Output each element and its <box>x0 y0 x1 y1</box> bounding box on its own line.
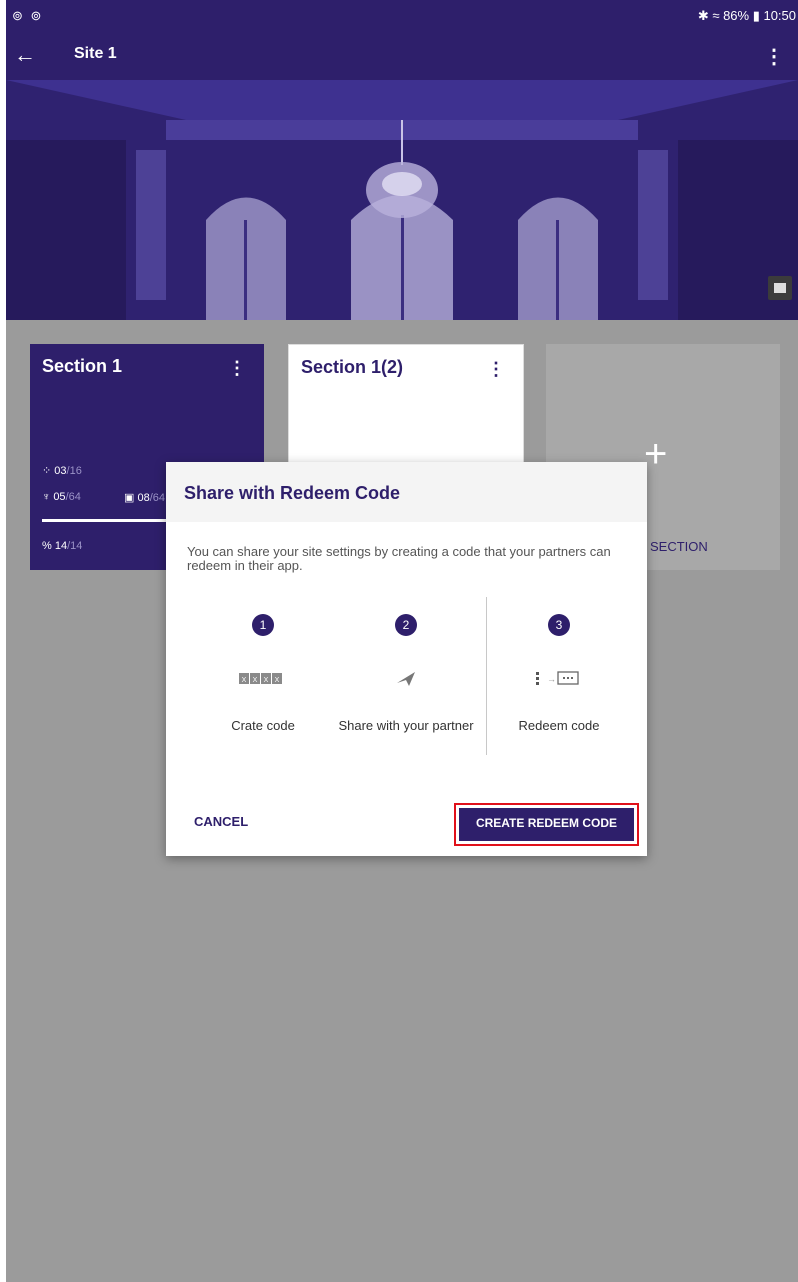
step-number: 2 <box>395 614 417 636</box>
back-arrow-icon[interactable]: ← <box>14 44 36 66</box>
svg-text:X: X <box>242 677 247 684</box>
code-boxes-icon: X X X X <box>188 669 338 687</box>
svg-text:X: X <box>275 677 280 684</box>
create-redeem-code-highlight: CREATE REDEEM CODE <box>454 803 639 846</box>
step-label: Share with your partner <box>338 718 474 733</box>
svg-text:X: X <box>253 677 258 684</box>
device-icon: ▣ <box>124 492 135 504</box>
section-menu-icon[interactable]: ⋮ <box>228 358 246 379</box>
section-title: Section 1(2) <box>301 357 404 377</box>
hall-illustration <box>6 80 798 320</box>
step-redeem-code: 3 → Redeem code <box>484 614 634 733</box>
light-icon: ♆ <box>42 491 51 503</box>
overflow-menu-icon[interactable]: ⋮ <box>764 44 784 69</box>
redeem-ticket-icon: → <box>484 669 634 687</box>
light-stat: ♆ 05/64 <box>42 491 81 503</box>
link-icon: % <box>42 540 52 552</box>
site-hero-image <box>6 80 798 320</box>
sensor-stat: ⁘ 03/16 <box>42 465 82 477</box>
app-bar: ← Site 1 ⋮ <box>6 30 798 80</box>
send-icon <box>331 669 481 687</box>
step-share-partner: 2 Share with your partner <box>331 614 481 733</box>
cancel-button[interactable]: CANCEL <box>194 814 248 829</box>
section-title: Section 1 <box>42 356 123 376</box>
step-label: Crate code <box>231 718 295 733</box>
plus-icon: + <box>644 432 668 476</box>
share-redeem-dialog: Share with Redeem Code You can share you… <box>166 462 647 856</box>
status-bar: ⊚ ⊚ ✱ ≈ 86% ▮ 10:50 <box>6 0 798 30</box>
notification-icons: ⊚ ⊚ <box>12 8 44 23</box>
svg-text:X: X <box>264 677 269 684</box>
status-indicators: ✱ ≈ 86% ▮ 10:50 <box>697 8 796 23</box>
change-image-icon[interactable] <box>768 276 792 300</box>
create-redeem-code-button[interactable]: CREATE REDEEM CODE <box>459 808 634 841</box>
step-label: Redeem code <box>518 718 600 733</box>
dialog-description: You can share your site settings by crea… <box>187 544 611 573</box>
screen: ⊚ ⊚ ✱ ≈ 86% ▮ 10:50 ← Site 1 ⋮ Section 1… <box>6 0 798 1282</box>
svg-text:→: → <box>547 674 556 684</box>
dialog-title: Share with Redeem Code <box>184 483 401 503</box>
step-number: 3 <box>548 614 570 636</box>
step-number: 1 <box>252 614 274 636</box>
dialog-header: Share with Redeem Code <box>166 462 647 522</box>
device-stat: ▣ 08/64 <box>124 492 166 504</box>
link-stat: % 14/14 <box>42 540 83 552</box>
add-section-label: SECTION <box>650 539 708 554</box>
sensor-icon: ⁘ <box>42 465 52 477</box>
section-menu-icon[interactable]: ⋮ <box>487 359 505 380</box>
page-title: Site 1 <box>74 45 117 62</box>
step-create-code: 1 X X X X Crate code <box>188 614 338 733</box>
